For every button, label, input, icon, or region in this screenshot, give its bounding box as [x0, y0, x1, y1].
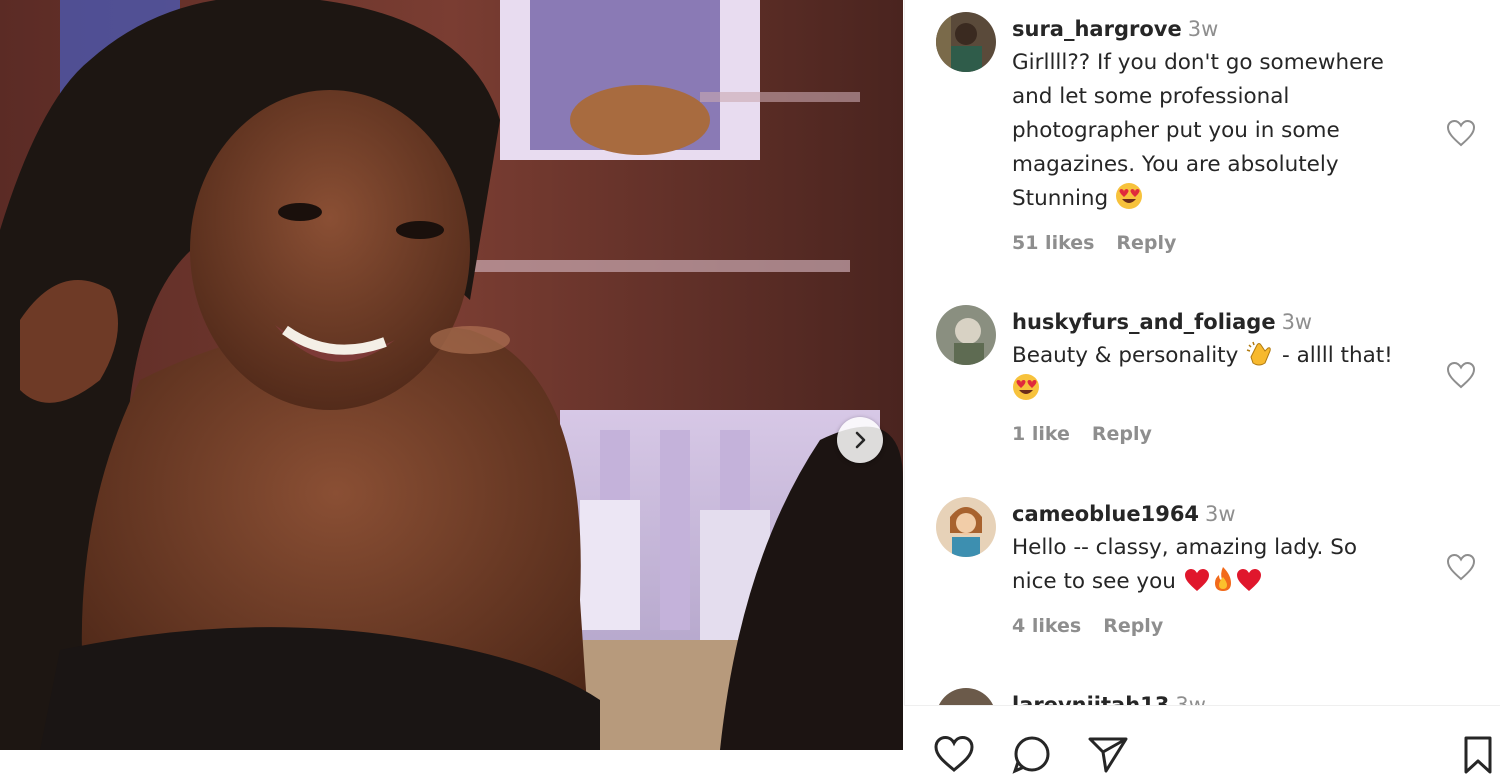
comment-text-line: nice to see you [1012, 569, 1176, 594]
next-photo-button[interactable] [837, 417, 883, 463]
chevron-right-icon [855, 431, 866, 449]
likes-count[interactable]: 4 likes [1012, 615, 1081, 637]
comment-text: Hello -- classy, amazing lady. So nice t… [1012, 531, 1432, 599]
comment-username[interactable]: larevniitah13 [1012, 693, 1169, 705]
comment-text-line: photographer put you in some [1012, 118, 1340, 143]
comment-item: huskyfurs_and_foliage 3w Beauty & persona… [905, 305, 1500, 465]
comment-item: sura_hargrove 3w Girllll?? If you don't g… [905, 12, 1500, 272]
heart-outline-icon [1446, 361, 1476, 389]
save-button[interactable] [1460, 734, 1496, 778]
avatar[interactable] [936, 688, 996, 705]
post-image [0, 0, 903, 750]
red-heart-emoji [1236, 569, 1261, 591]
comment-username[interactable]: sura_hargrove [1012, 17, 1182, 41]
comment-text-line: magazines. You are absolutely [1012, 152, 1339, 177]
comment-time[interactable]: 3w [1205, 502, 1236, 526]
reply-button[interactable]: Reply [1092, 423, 1152, 445]
avatar[interactable] [936, 305, 996, 365]
likes-count[interactable]: 51 likes [1012, 232, 1094, 254]
share-button[interactable] [1086, 734, 1130, 778]
post-photo[interactable] [0, 0, 903, 750]
heart-eyes-emoji [1116, 183, 1143, 209]
comment-text-line: Girllll?? If you don't go somewhere [1012, 50, 1384, 75]
comment-username[interactable]: huskyfurs_and_foliage [1012, 310, 1276, 334]
fire-emoji [1214, 567, 1231, 591]
bookmark-icon [1464, 736, 1492, 774]
red-heart-emoji [1184, 569, 1209, 591]
comment-button[interactable] [1010, 734, 1054, 778]
likes-count[interactable]: 1 like [1012, 423, 1070, 445]
heart-eyes-emoji [1013, 374, 1039, 400]
comment-time[interactable]: 3w [1175, 693, 1206, 705]
heart-outline-icon [1446, 553, 1476, 581]
comment-text-line: Beauty & personality [1012, 343, 1239, 368]
comment-item: cameoblue1964 3w Hello -- classy, amazing… [905, 497, 1500, 657]
comment-text-line: - allll that! [1275, 343, 1393, 368]
comment-time[interactable]: 3w [1188, 17, 1219, 41]
comment-text-line: Stunning [1012, 186, 1109, 211]
post-action-bar [904, 706, 1500, 774]
comment-text: Beauty & personality - allll that! [1012, 339, 1432, 407]
reply-button[interactable]: Reply [1116, 232, 1176, 254]
comment-text-line: and let some professional [1012, 84, 1290, 109]
like-comment-button[interactable] [1445, 552, 1481, 584]
clapping-hands-emoji [1246, 341, 1271, 366]
like-comment-button[interactable] [1445, 118, 1481, 150]
comments-list[interactable]: sura_hargrove 3w Girllll?? If you don't g… [904, 0, 1500, 705]
paper-plane-icon [1088, 737, 1128, 773]
like-post-button[interactable] [932, 734, 976, 778]
avatar[interactable] [936, 12, 996, 72]
heart-outline-icon [1446, 119, 1476, 147]
like-comment-button[interactable] [1445, 360, 1481, 392]
comment-text-line: Hello -- classy, amazing lady. So [1012, 535, 1358, 560]
comment-time[interactable]: 3w [1282, 310, 1313, 334]
comment-bubble-icon [1012, 736, 1050, 774]
avatar[interactable] [936, 497, 996, 557]
comment-username[interactable]: cameoblue1964 [1012, 502, 1199, 526]
comment-text: Girllll?? If you don't go somewhere and … [1012, 46, 1432, 216]
reply-button[interactable]: Reply [1103, 615, 1163, 637]
comment-item-partial: larevniitah13 3w [905, 688, 1500, 705]
heart-outline-icon [934, 735, 974, 772]
